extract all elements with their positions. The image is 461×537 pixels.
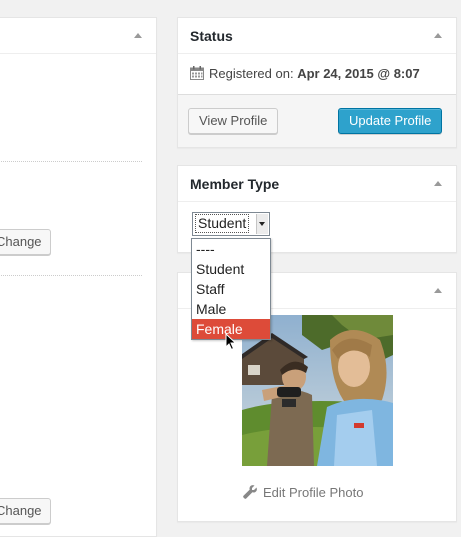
dropdown-option[interactable]: Male xyxy=(192,299,270,319)
registered-label: Registered on: xyxy=(209,66,294,81)
member-type-header[interactable]: Member Type xyxy=(178,166,456,202)
divider xyxy=(0,161,142,162)
wrench-icon xyxy=(243,485,257,499)
left-metabox-header[interactable] xyxy=(0,18,156,54)
change-button[interactable]: Change xyxy=(0,498,51,524)
collapse-arrow-icon[interactable] xyxy=(434,33,442,38)
member-type-selected-value: Student xyxy=(194,214,250,233)
dropdown-arrow-icon[interactable] xyxy=(256,214,268,234)
update-profile-button[interactable]: Update Profile xyxy=(338,108,443,134)
change-button[interactable]: Change xyxy=(0,229,51,255)
dropdown-option[interactable]: Staff xyxy=(192,279,270,299)
collapse-arrow-icon[interactable] xyxy=(434,181,442,186)
member-type-select[interactable]: Student xyxy=(192,212,270,236)
registered-info: Registered on: Apr 24, 2015 @ 8:07 xyxy=(190,66,420,81)
member-type-title: Member Type xyxy=(190,176,280,192)
collapse-arrow-icon[interactable] xyxy=(134,33,142,38)
mouse-cursor-icon xyxy=(225,333,237,351)
collapse-arrow-icon[interactable] xyxy=(434,288,442,293)
status-metabox: Status Registered on: Apr 24, 2015 @ 8:0… xyxy=(177,17,457,148)
status-title: Status xyxy=(190,28,233,44)
dropdown-option[interactable]: Student xyxy=(192,259,270,279)
status-header[interactable]: Status xyxy=(178,18,456,54)
view-profile-button[interactable]: View Profile xyxy=(188,108,279,134)
status-actions: View Profile Update Profile xyxy=(178,94,456,147)
edit-profile-photo-label: Edit Profile Photo xyxy=(263,485,364,500)
divider xyxy=(0,275,142,276)
registered-date: Apr 24, 2015 @ 8:07 xyxy=(297,66,420,81)
edit-profile-photo-link[interactable]: Edit Profile Photo xyxy=(242,484,363,500)
member-type-dropdown-list: ---- Student Staff Male Female xyxy=(191,238,271,340)
left-metabox: Change Change xyxy=(0,17,157,537)
dropdown-option[interactable]: ---- xyxy=(192,239,270,259)
calendar-icon xyxy=(190,66,204,80)
